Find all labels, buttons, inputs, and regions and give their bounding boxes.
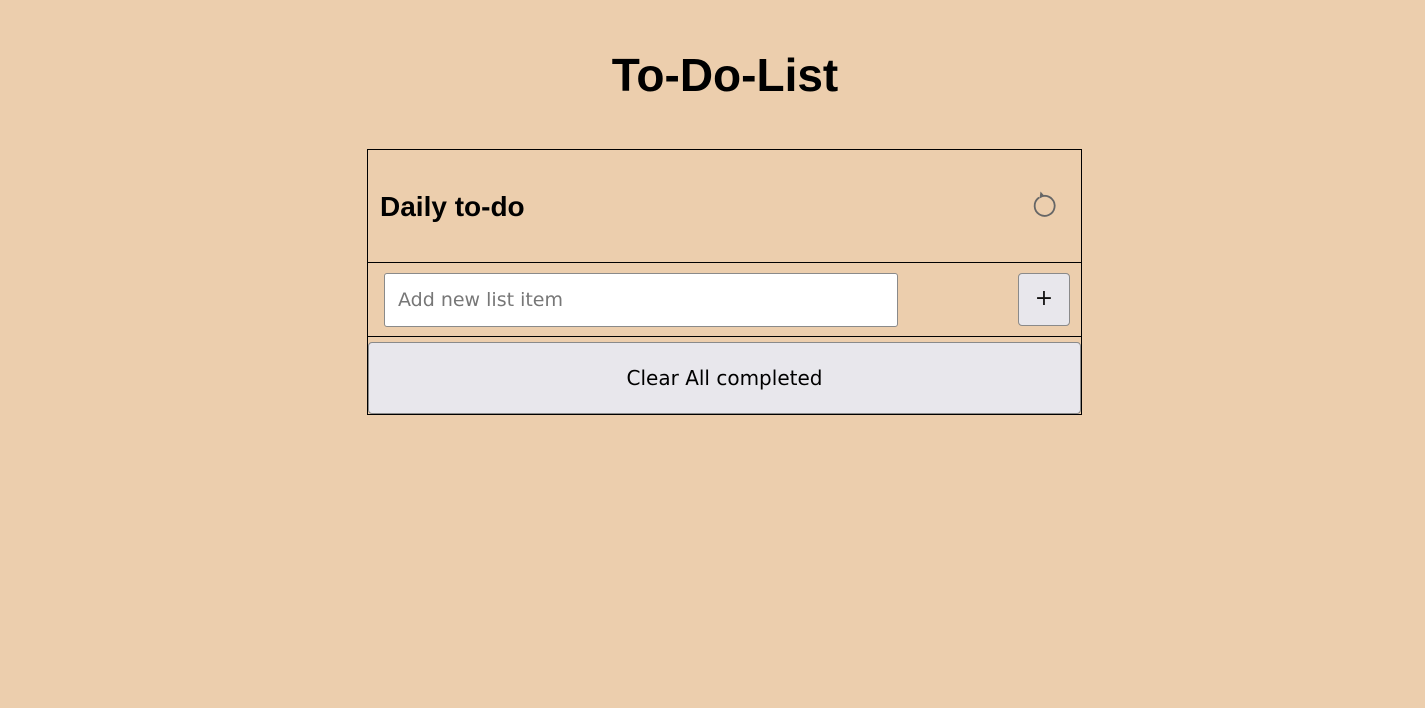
add-item-button[interactable]: + — [1018, 273, 1070, 326]
add-item-row: + — [368, 263, 1081, 337]
reset-icon[interactable] — [1028, 190, 1058, 220]
reset-icon-glyph — [1033, 191, 1056, 217]
todo-list-card: Daily to-do + Clear All completed — [367, 149, 1082, 415]
list-title: Daily to-do — [380, 191, 525, 222]
clear-completed-button[interactable]: Clear All completed — [368, 342, 1081, 414]
new-item-input[interactable] — [384, 273, 898, 327]
list-header: Daily to-do — [368, 150, 1081, 263]
page-title: To-Do-List — [611, 49, 839, 101]
